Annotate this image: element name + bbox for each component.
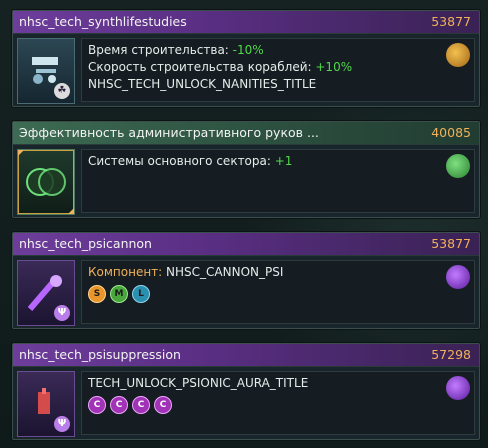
tech-name: nhsc_tech_psicannon: [19, 236, 152, 251]
slot-size-icon: S: [88, 285, 106, 303]
planet-orbs-icon: [18, 150, 74, 214]
tech-effects: Компонент: NHSC_CANNON_PSI S M L: [81, 260, 475, 324]
component-line: Компонент: NHSC_CANNON_PSI: [88, 265, 284, 279]
tech-cost: 40085: [431, 125, 471, 140]
tech-card-header: Эффективность административного руков ..…: [13, 122, 479, 145]
effect-line: Системы основного сектора: +1: [88, 154, 293, 168]
slot-size-list: C C C C: [88, 396, 172, 414]
tech-name: nhsc_tech_psisuppression: [19, 347, 181, 362]
tech-name: Эффективность административного руков ..…: [19, 125, 319, 140]
tech-card-synthlifestudies[interactable]: nhsc_tech_synthlifestudies 53877 ☘ Время…: [12, 10, 480, 107]
slot-size-list: S M L: [88, 285, 150, 303]
tech-name: nhsc_tech_synthlifestudies: [19, 14, 187, 29]
tech-card-header: nhsc_tech_psisuppression 57298: [13, 344, 479, 367]
slot-size-icon: C: [132, 396, 150, 414]
tech-portrait[interactable]: [17, 149, 75, 215]
slot-size-icon: C: [88, 396, 106, 414]
psi-badge-icon: Ψ: [54, 416, 70, 432]
engineering-area-icon: [446, 43, 470, 67]
effect-line: TECH_UNLOCK_PSIONIC_AURA_TITLE: [88, 376, 309, 390]
physics-area-icon: [446, 376, 470, 400]
psi-badge-icon: Ψ: [54, 305, 70, 321]
tech-portrait[interactable]: ☘: [17, 38, 75, 104]
effect-line: NHSC_TECH_UNLOCK_NANITIES_TITLE: [88, 77, 317, 91]
tech-effects: Время строительства: -10% Скорость строи…: [81, 38, 475, 102]
tech-card-administrative-efficiency[interactable]: Эффективность административного руков ..…: [12, 121, 480, 218]
slot-size-icon: M: [110, 285, 128, 303]
slot-size-icon: C: [110, 396, 128, 414]
tech-effects: TECH_UNLOCK_PSIONIC_AURA_TITLE C C C C: [81, 371, 475, 435]
tech-category-badge: ☘: [54, 83, 70, 99]
tech-cost: 57298: [431, 347, 471, 362]
tech-cost: 53877: [431, 236, 471, 251]
tech-portrait[interactable]: Ψ: [17, 371, 75, 437]
slot-size-icon: C: [154, 396, 172, 414]
tech-portrait[interactable]: Ψ: [17, 260, 75, 326]
tech-effects: Системы основного сектора: +1: [81, 149, 475, 213]
society-area-icon: [446, 154, 470, 178]
tech-cost: 53877: [431, 14, 471, 29]
tech-card-header: nhsc_tech_psicannon 53877: [13, 233, 479, 256]
tech-card-header: nhsc_tech_synthlifestudies 53877: [13, 11, 479, 34]
effect-line: Скорость строительства кораблей: +10%: [88, 60, 353, 74]
slot-size-icon: L: [132, 285, 150, 303]
physics-area-icon: [446, 265, 470, 289]
tech-card-psisuppression[interactable]: nhsc_tech_psisuppression 57298 Ψ TECH_UN…: [12, 343, 480, 440]
effect-line: Время строительства: -10%: [88, 43, 264, 57]
tech-card-psicannon[interactable]: nhsc_tech_psicannon 53877 Ψ Компонент: N…: [12, 232, 480, 329]
